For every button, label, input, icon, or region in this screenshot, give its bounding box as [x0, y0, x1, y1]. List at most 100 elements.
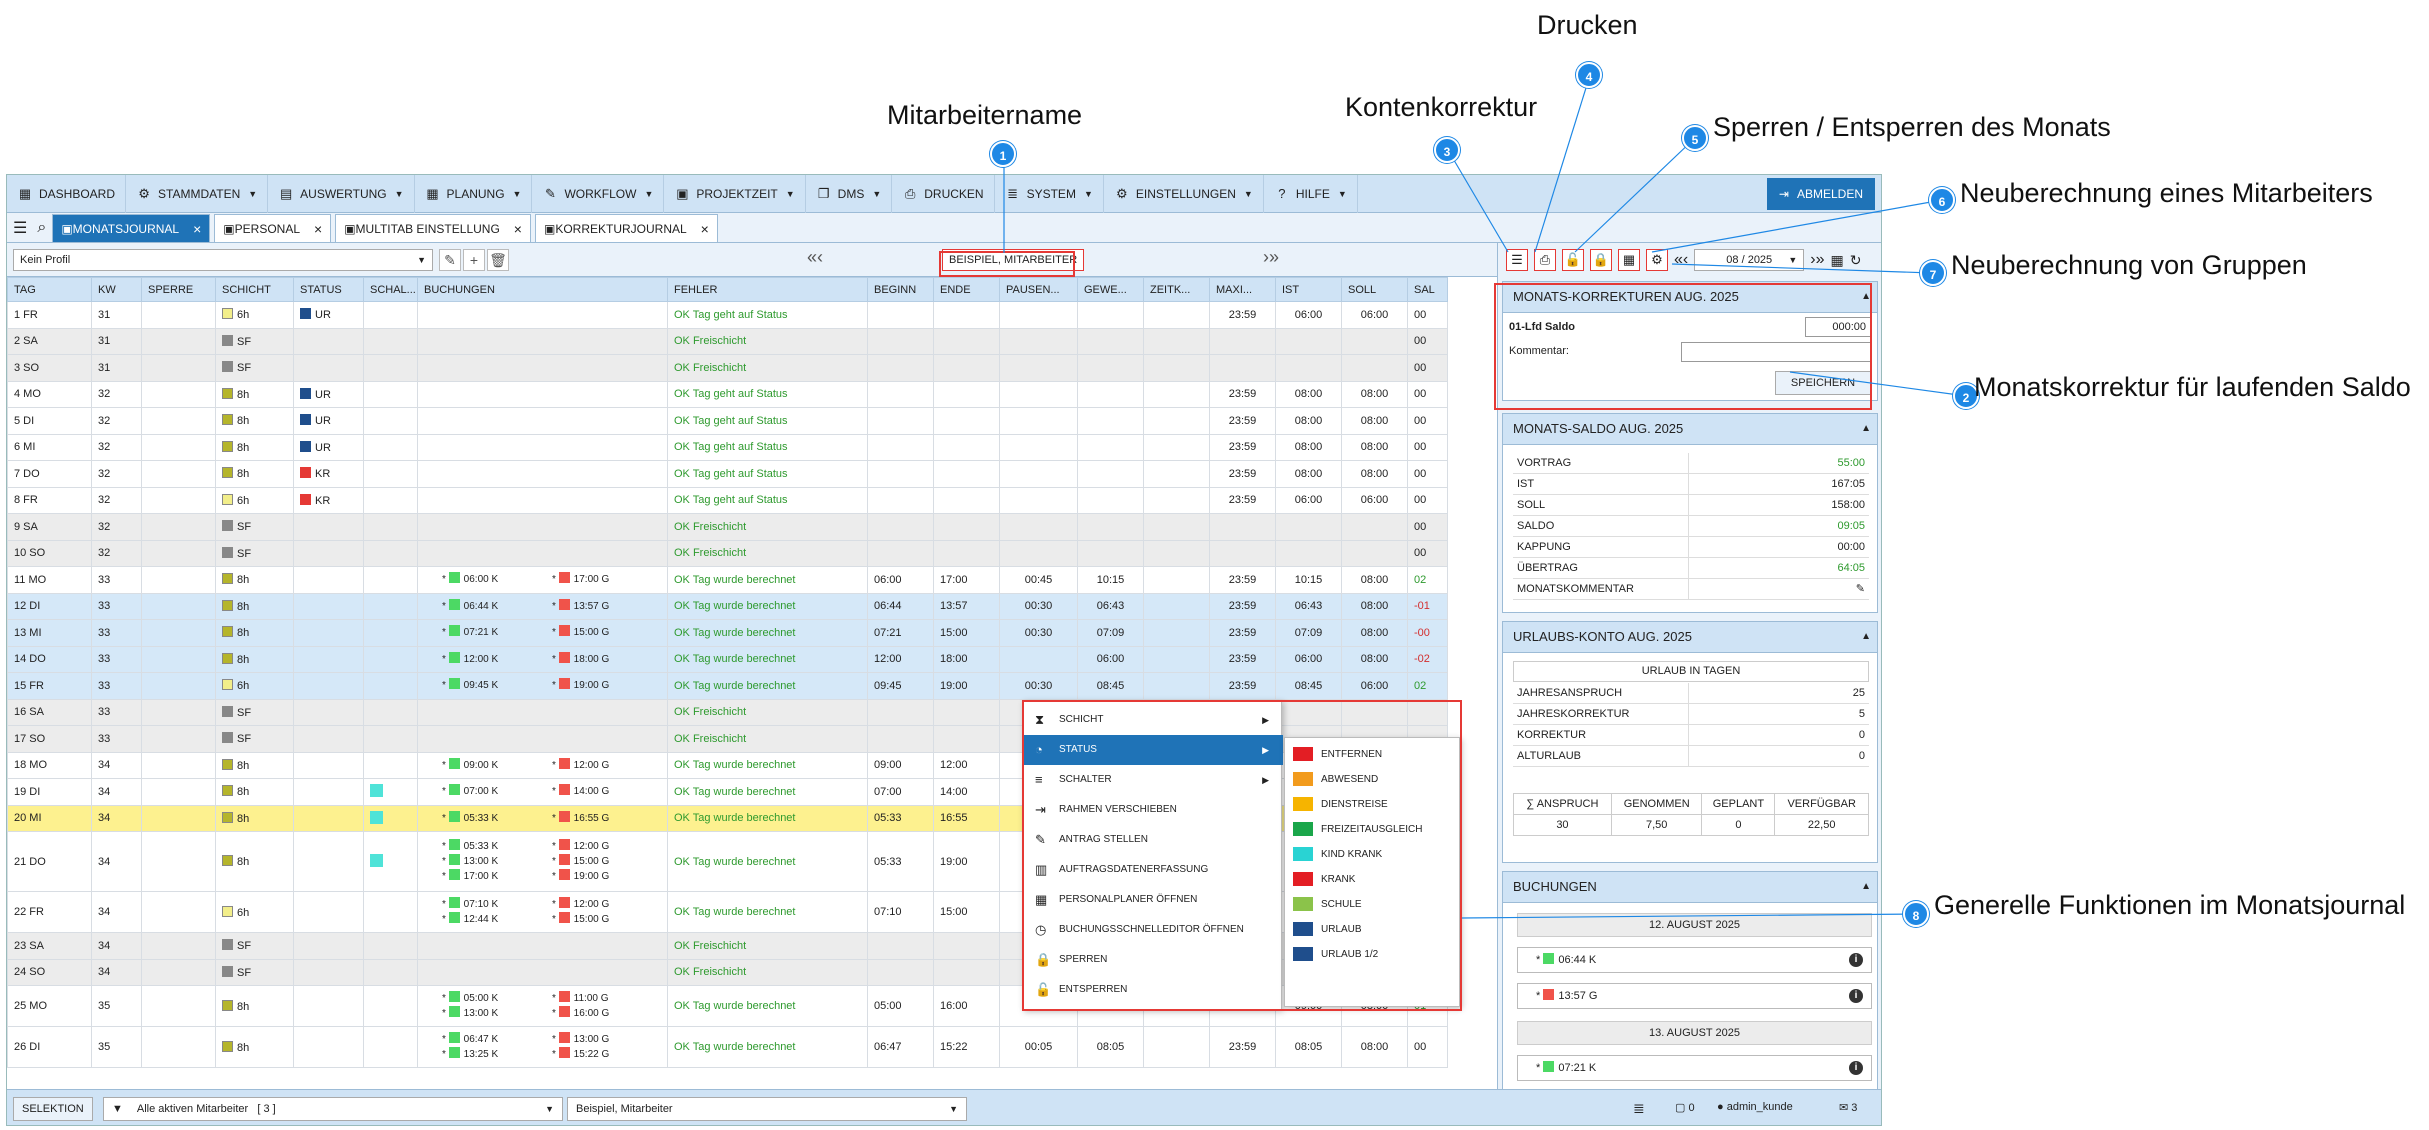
status-cell[interactable]: UR: [293, 380, 364, 408]
table-row[interactable]: 12 DI 33 8h * 06:44 K * 13:57 G OK Tag wurde …: [7, 592, 1448, 620]
booking-entry[interactable]: * 16:00 G: [552, 1006, 662, 1021]
shift-cell[interactable]: 8h: [215, 619, 294, 647]
close-icon[interactable]: ×: [701, 221, 709, 237]
booking-entry[interactable]: * 07:21 K: [442, 625, 552, 640]
prev-month-icon[interactable]: «‹: [1674, 251, 1688, 269]
booking-entry[interactable]: * 15:00 G: [552, 912, 662, 927]
column-header[interactable]: SPERRE: [141, 277, 216, 302]
switch-cell[interactable]: [363, 698, 418, 726]
table-row[interactable]: 14 DO 33 8h * 12:00 K * 18:00 G OK Tag wurde …: [7, 645, 1448, 673]
table-row[interactable]: 1 FR 31 6h UR OK Tag geht auf Status 23:59 06:…: [7, 301, 1448, 329]
status-cell[interactable]: UR: [293, 301, 364, 329]
switch-cell[interactable]: [363, 380, 418, 408]
switch-cell[interactable]: [363, 645, 418, 673]
bookings-cell[interactable]: [417, 539, 668, 567]
booking-entry[interactable]: * 14:00 G: [552, 784, 662, 799]
info-icon[interactable]: i: [1849, 1061, 1863, 1075]
shift-cell[interactable]: 6h: [215, 301, 294, 329]
status-cell[interactable]: [293, 725, 364, 753]
shift-cell[interactable]: 8h: [215, 433, 294, 461]
booking-entry[interactable]: * 15:00 G: [552, 625, 662, 640]
column-header[interactable]: SAL: [1407, 277, 1448, 302]
prev-employee-icon[interactable]: «‹: [807, 247, 823, 268]
menu-stammdaten[interactable]: ⚙ STAMMDATEN ▼: [126, 175, 269, 213]
booking-item[interactable]: * 07:21 Ki: [1517, 1055, 1872, 1081]
status-cell[interactable]: [293, 958, 364, 986]
table-row[interactable]: 26 DI 35 8h * 06:47 K * 13:00 G * 13:25 K * 15…: [7, 1026, 1448, 1068]
shift-cell[interactable]: 8h: [215, 592, 294, 620]
recalc-group-icon[interactable]: ⚙: [1646, 249, 1668, 271]
info-icon[interactable]: i: [1849, 989, 1863, 1003]
menu-auswertung[interactable]: ▤ AUSWERTUNG ▼: [268, 175, 415, 213]
table-row[interactable]: 3 SO 31 SF OK Freischicht 00: [7, 354, 1448, 382]
close-icon[interactable]: ×: [514, 221, 522, 237]
booking-entry[interactable]: * 19:00 G: [552, 869, 662, 884]
bookings-cell[interactable]: [417, 407, 668, 435]
status-cell[interactable]: [293, 751, 364, 779]
bookings-cell[interactable]: * 06:47 K * 13:00 G * 13:25 K * 15:22 G: [417, 1026, 668, 1068]
switch-cell[interactable]: [363, 513, 418, 541]
close-icon[interactable]: ×: [193, 221, 201, 237]
table-row[interactable]: 13 MI 33 8h * 07:21 K * 15:00 G OK Tag wurde …: [7, 619, 1448, 647]
switch-cell[interactable]: [363, 460, 418, 488]
switch-cell[interactable]: [363, 592, 418, 620]
switch-cell[interactable]: [363, 932, 418, 960]
booking-entry[interactable]: * 17:00 K: [442, 869, 552, 884]
bookings-cell[interactable]: * 09:00 K * 12:00 G: [417, 751, 668, 779]
shift-cell[interactable]: SF: [215, 539, 294, 567]
booking-entry[interactable]: * 06:00 K: [442, 572, 552, 587]
booking-entry[interactable]: * 07:00 K: [442, 784, 552, 799]
status-cell[interactable]: [293, 1026, 364, 1068]
menu-system[interactable]: ≣ SYSTEM ▼: [995, 175, 1104, 213]
status-cell[interactable]: [293, 698, 364, 726]
switch-cell[interactable]: [363, 1026, 418, 1068]
status-cell[interactable]: [293, 645, 364, 673]
shift-cell[interactable]: 8h: [215, 985, 294, 1027]
booking-entry[interactable]: * 13:00 K: [442, 1006, 552, 1021]
table-row[interactable]: 7 DO 32 8h KR OK Tag geht auf Status 23:59 08:…: [7, 460, 1448, 488]
booking-entry[interactable]: * 11:00 G: [552, 991, 662, 1006]
booking-entry[interactable]: * 12:00 G: [552, 897, 662, 912]
bookings-cell[interactable]: [417, 301, 668, 329]
info-icon[interactable]: i: [1849, 953, 1863, 967]
status-cell[interactable]: [293, 985, 364, 1027]
status-cell[interactable]: [293, 539, 364, 567]
bookings-cell[interactable]: [417, 486, 668, 514]
shift-cell[interactable]: SF: [215, 327, 294, 355]
table-row[interactable]: 11 MO 33 8h * 06:00 K * 17:00 G OK Tag wurde …: [7, 566, 1448, 594]
status-cell[interactable]: [293, 804, 364, 832]
tab-personal[interactable]: ▣ PERSONAL ×: [214, 214, 332, 242]
column-header[interactable]: ENDE: [933, 277, 1000, 302]
shift-cell[interactable]: SF: [215, 698, 294, 726]
status-cell[interactable]: [293, 354, 364, 382]
tab-korrekturjournal[interactable]: ▣ KORREKTURJOURNAL ×: [534, 214, 718, 242]
column-header[interactable]: IST: [1275, 277, 1342, 302]
shift-cell[interactable]: 8h: [215, 566, 294, 594]
booking-entry[interactable]: * 12:00 G: [552, 839, 662, 854]
booking-entry[interactable]: * 12:44 K: [442, 912, 552, 927]
menu-projektzeit[interactable]: ▣ PROJEKTZEIT ▼: [664, 175, 806, 213]
shift-cell[interactable]: SF: [215, 513, 294, 541]
switch-cell[interactable]: [363, 407, 418, 435]
menu-planung[interactable]: ▦ PLANUNG ▼: [415, 175, 533, 213]
bookings-cell[interactable]: * 09:45 K * 19:00 G: [417, 672, 668, 700]
status-cell[interactable]: [293, 592, 364, 620]
employee-filter-select[interactable]: ▼ Alle aktiven Mitarbeiter [ 3 ] ▼: [103, 1097, 563, 1121]
menu-hilfe[interactable]: ? HILFE ▼: [1264, 175, 1358, 213]
bookings-cell[interactable]: * 06:44 K * 13:57 G: [417, 592, 668, 620]
column-header[interactable]: SOLL: [1341, 277, 1408, 302]
tab-monatsjournal[interactable]: ▣ MONATSJOURNAL ×: [52, 214, 211, 242]
booking-entry[interactable]: * 13:00 K: [442, 854, 552, 869]
logout-button[interactable]: ⇥ ABMELDEN: [1766, 178, 1875, 210]
booking-entry[interactable]: * 06:47 K: [442, 1032, 552, 1047]
menu-drucken[interactable]: ⎙ DRUCKEN: [892, 175, 995, 213]
switch-cell[interactable]: [363, 725, 418, 753]
user-info[interactable]: ● admin_kunde: [1717, 1101, 1793, 1113]
recalc-employee-icon[interactable]: ▦: [1618, 249, 1640, 271]
table-row[interactable]: 10 SO 32 SF OK Freischicht 00: [7, 539, 1448, 567]
column-header[interactable]: MAXI...: [1209, 277, 1276, 302]
switch-cell[interactable]: [363, 486, 418, 514]
lock-month-icon[interactable]: 🔒: [1590, 249, 1612, 271]
shift-cell[interactable]: SF: [215, 725, 294, 753]
column-header[interactable]: STATUS: [293, 277, 364, 302]
